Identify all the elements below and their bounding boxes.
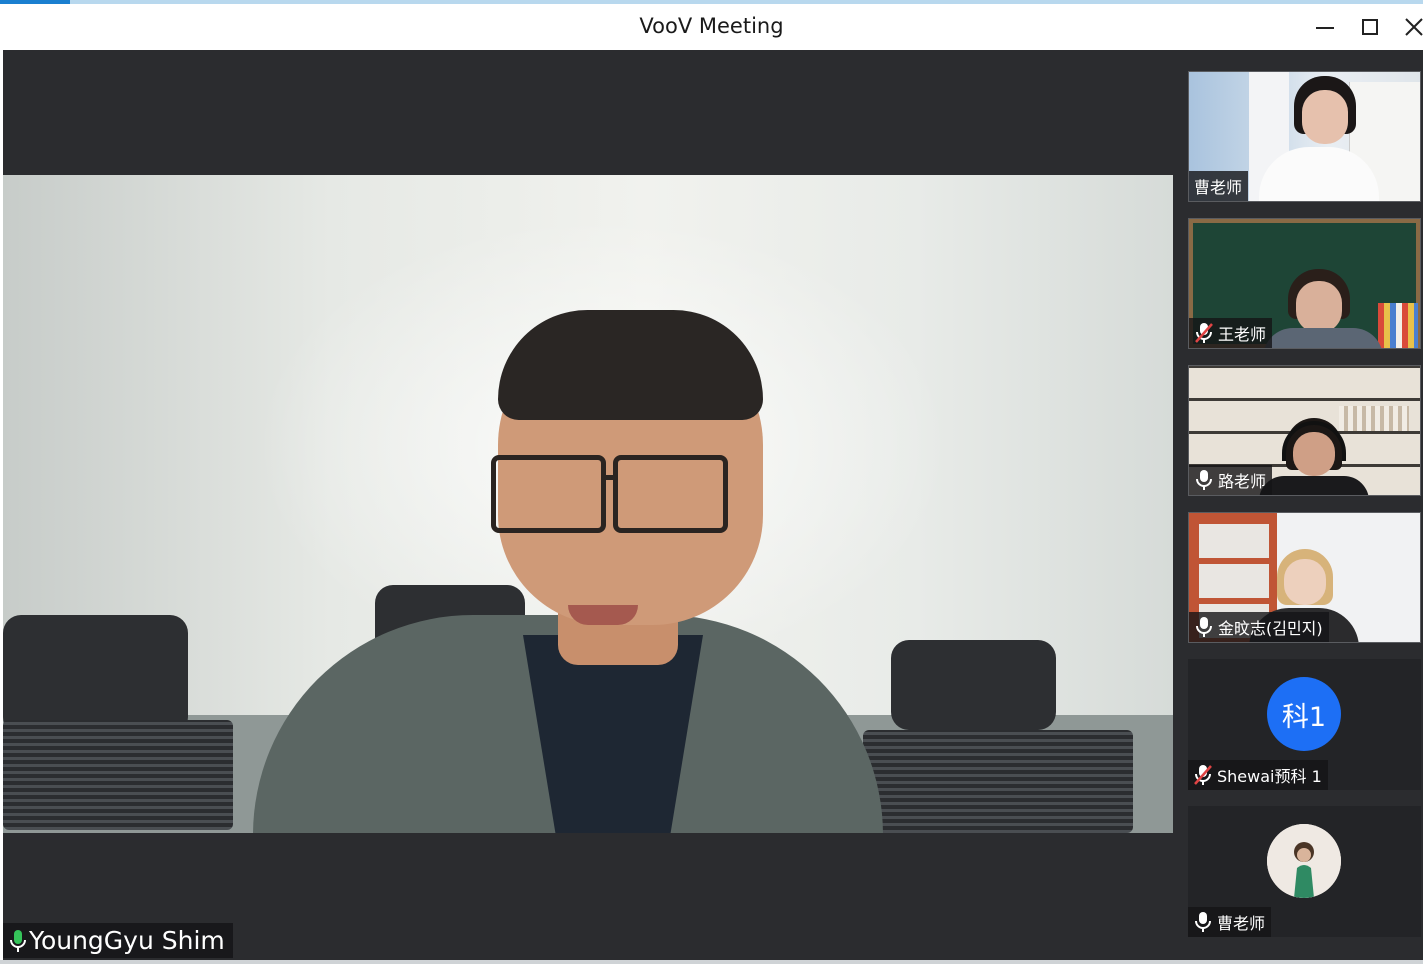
participant-name-tag: 金旼志(김민지)	[1189, 612, 1329, 642]
participant-name: 曹老师	[1217, 914, 1266, 933]
glasses-right-lens	[613, 455, 728, 533]
mic-active-icon	[1194, 616, 1214, 638]
chair-right-mesh	[863, 730, 1133, 833]
person-shoulders	[1259, 476, 1369, 495]
bottom-strip	[0, 960, 1423, 964]
minimize-button[interactable]	[1310, 12, 1340, 42]
chair-right-back	[891, 640, 1056, 730]
maximize-button[interactable]	[1355, 12, 1385, 42]
participant-name: 金旼志(김민지)	[1218, 619, 1323, 638]
shelf-books	[1339, 406, 1409, 431]
participant-tile[interactable]: 王老师	[1188, 218, 1421, 349]
avatar-initials: 科1	[1281, 701, 1327, 733]
mic-active-icon	[1194, 469, 1214, 491]
avatar: 科1	[1267, 677, 1341, 751]
mic-active-icon	[1193, 911, 1213, 933]
participant-name-tag: 曹老师	[1188, 907, 1272, 937]
mic-muted-icon	[1193, 764, 1213, 786]
person-face	[1284, 559, 1326, 605]
participant-tile[interactable]: 曹老师	[1188, 806, 1421, 937]
main-speaker-name-tag: YoungGyu Shim	[3, 923, 233, 958]
person-face	[1296, 281, 1342, 333]
person-shoulders	[1263, 328, 1383, 348]
minimize-icon	[1316, 27, 1334, 29]
glasses-bridge	[601, 475, 617, 480]
chair-left-back	[3, 615, 188, 735]
participant-name-tag: 路老师	[1189, 465, 1273, 495]
participant-tile[interactable]: 曹老师	[1188, 71, 1421, 202]
participant-name: 曹老师	[1194, 178, 1243, 197]
main-speaker-video	[3, 175, 1173, 833]
participant-name-tag: 王老师	[1189, 318, 1273, 348]
participant-name: Shewai预科 1	[1217, 767, 1322, 786]
main-video-stage[interactable]	[3, 50, 1173, 960]
participant-tile[interactable]: 金旼志(김민지)	[1188, 512, 1421, 643]
mic-active-icon	[7, 928, 29, 954]
bookshelf	[1378, 303, 1418, 348]
title-bar: VooV Meeting	[0, 4, 1423, 49]
window-title: VooV Meeting	[639, 14, 784, 38]
person-face	[1302, 90, 1348, 144]
participant-name: 王老师	[1218, 325, 1267, 344]
close-icon	[1405, 18, 1423, 36]
participant-name: 路老师	[1218, 472, 1267, 491]
maximize-icon	[1362, 19, 1378, 35]
participant-name-tag: 曹老师	[1189, 171, 1249, 201]
speaker-mouth	[568, 605, 638, 625]
participant-tile[interactable]: 路老师	[1188, 365, 1421, 496]
participant-tile[interactable]: 科1 Shewai预科 1	[1188, 659, 1421, 790]
avatar-photo-icon	[1267, 824, 1341, 898]
avatar	[1267, 824, 1341, 898]
close-button[interactable]	[1399, 12, 1423, 42]
participant-name-tag: Shewai预科 1	[1188, 760, 1328, 790]
main-speaker-name: YoungGyu Shim	[29, 926, 225, 955]
mic-muted-icon	[1194, 322, 1214, 344]
chair-left-mesh	[3, 720, 233, 830]
participant-sidebar[interactable]: 曹老师 王老师 路老师 金旼志(김민지) 科1 Shewai预科 1 曹老师	[1173, 50, 1423, 960]
glasses-left-lens	[491, 455, 606, 533]
speaker-hair	[498, 310, 763, 420]
